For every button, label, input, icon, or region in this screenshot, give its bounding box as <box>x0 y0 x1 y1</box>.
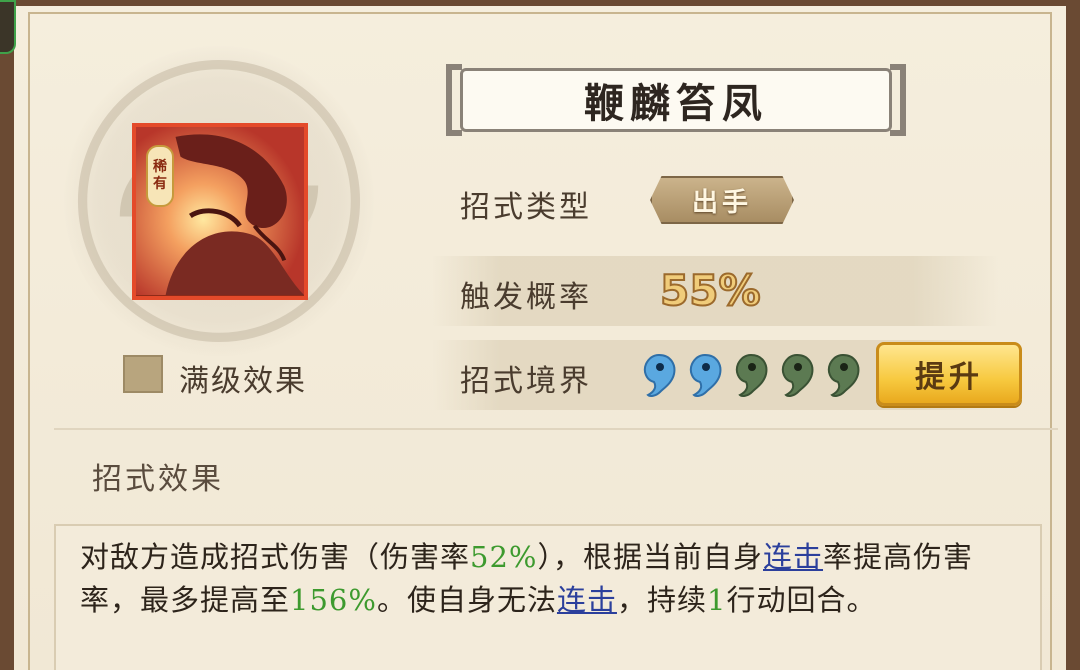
type-value: 出手 <box>691 187 752 218</box>
damage-rate-value: 52% <box>470 540 538 574</box>
skill-title-plate: 鞭麟笞凤 <box>446 64 906 136</box>
divider <box>54 428 1058 430</box>
effect-text-4: 。使自身无法 <box>376 583 557 617</box>
bracket-right-decoration <box>890 64 906 136</box>
corner-tab <box>0 0 16 54</box>
skill-name: 鞭麟笞凤 <box>584 80 768 127</box>
type-label: 招式类型 <box>460 190 592 225</box>
realm-orb-active-icon <box>689 353 722 397</box>
title-plate: 鞭麟笞凤 <box>460 68 892 132</box>
realm-orb-inactive-icon <box>735 353 768 397</box>
effect-text-6: 行动回合。 <box>726 583 877 617</box>
effect-heading: 招式效果 <box>92 462 224 497</box>
realm-label: 招式境界 <box>460 364 592 399</box>
skill-icon: 稀 有 <box>132 123 308 300</box>
combo-keyword-link[interactable]: 连击 <box>763 540 823 574</box>
effect-text-5: ，持续 <box>616 583 707 617</box>
effect-text-1: 对敌方造成招式伤害（伤害率 <box>80 540 471 574</box>
max-level-checkbox[interactable] <box>123 355 163 393</box>
rate-value: 55% <box>659 265 762 316</box>
effect-text-2: ），根据当前自身 <box>537 540 763 574</box>
max-damage-rate-value: 156% <box>290 583 377 617</box>
rarity-char-1: 稀 <box>153 159 167 175</box>
realm-orb-active-icon <box>643 353 676 397</box>
rate-label: 触发概率 <box>460 280 592 315</box>
realm-orb-inactive-icon <box>827 353 860 397</box>
effect-description: 对敌方造成招式伤害（伤害率52%），根据当前自身连击率提高伤害率，最多提高至15… <box>80 536 1020 622</box>
rarity-char-2: 有 <box>153 176 167 192</box>
skill-detail-panel: 稀 有 满级效果 鞭麟笞凤 招式类型 出手 触发概率 55% 招式境界 提升 招… <box>0 0 1080 670</box>
combo-keyword-link-2[interactable]: 连击 <box>557 583 617 617</box>
type-badge: 出手 <box>650 176 794 224</box>
upgrade-button[interactable]: 提升 <box>876 342 1022 406</box>
max-level-label[interactable]: 满级效果 <box>179 356 307 400</box>
upgrade-button-label: 提升 <box>915 360 983 395</box>
realm-level-indicator <box>640 352 862 398</box>
realm-orb-inactive-icon <box>781 353 814 397</box>
duration-value: 1 <box>706 583 727 617</box>
rarity-tag: 稀 有 <box>146 145 174 207</box>
